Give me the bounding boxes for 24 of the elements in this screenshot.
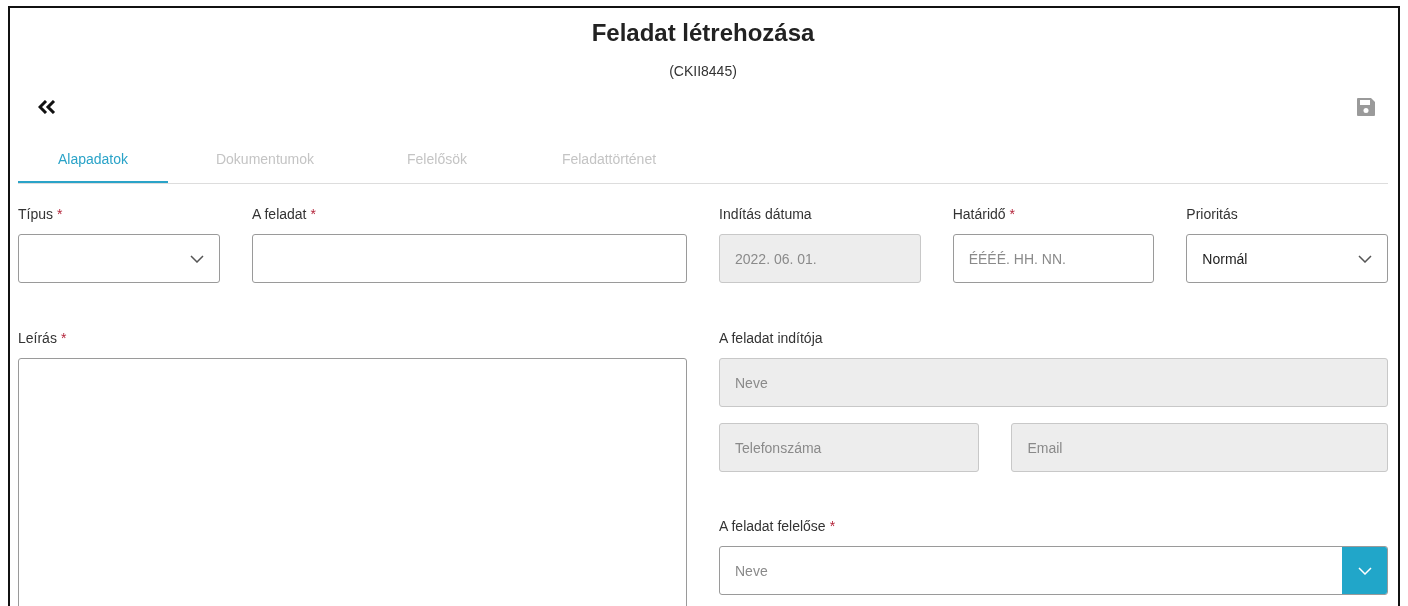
field-label: Prioritás <box>1186 206 1239 223</box>
field-label: Határidő * <box>952 206 1017 223</box>
tab[interactable]: Dokumentumok <box>190 139 340 183</box>
tab[interactable]: Alapadatok <box>18 139 168 183</box>
tab[interactable]: Feladattörténet <box>534 139 684 183</box>
chevron-down-icon <box>1357 566 1372 575</box>
field-label: A feladat felelőse * <box>719 518 837 535</box>
chevron-down-icon <box>190 254 204 263</box>
field-label: Indítás dátuma <box>719 206 813 223</box>
field-label: A feladat * <box>252 206 317 223</box>
double-chevron-left-icon[interactable] <box>38 100 56 114</box>
field-label: Leírás * <box>18 330 68 347</box>
select-field[interactable] <box>18 234 220 283</box>
tab[interactable]: Felelősök <box>362 139 512 183</box>
input-field[interactable]: ÉÉÉÉ. HH. NN. <box>952 234 1155 283</box>
field-label: A feladat indítója <box>719 330 824 347</box>
task-code: (CKII8445) <box>668 63 738 79</box>
chevron-down-icon <box>1358 254 1372 263</box>
save-icon[interactable] <box>1356 97 1376 117</box>
field-label: Típus * <box>18 206 64 223</box>
select-field[interactable]: Neve <box>719 546 1388 595</box>
select-field[interactable]: Normál <box>1186 234 1388 283</box>
page-title: Feladat létrehozása <box>590 18 816 48</box>
input-field[interactable] <box>252 234 687 283</box>
